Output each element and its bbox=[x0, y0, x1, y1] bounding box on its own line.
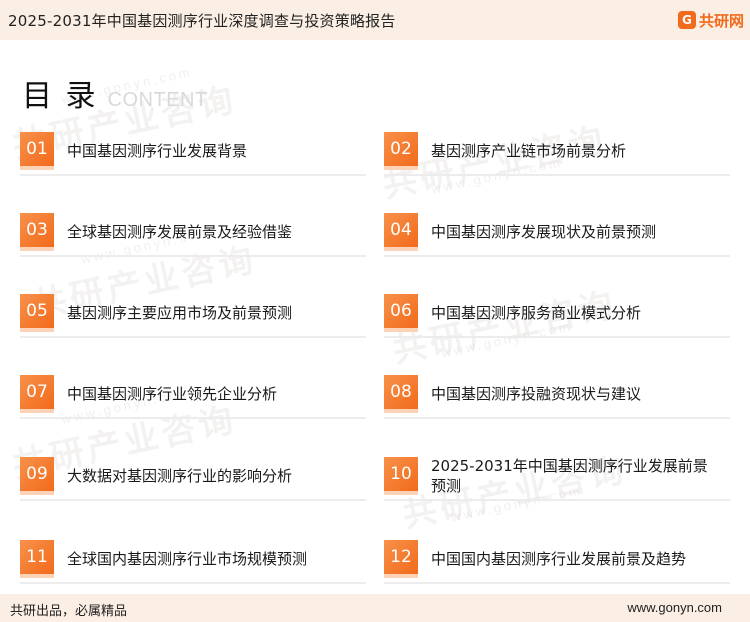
toc-item[interactable]: 04 中国基因测序发展现状及前景预测 bbox=[384, 213, 730, 257]
toc-item[interactable]: 01 中国基因测序行业发展背景 bbox=[20, 132, 366, 176]
item-number: 10 bbox=[384, 457, 418, 491]
item-number: 04 bbox=[384, 213, 418, 247]
item-number: 12 bbox=[384, 540, 418, 574]
toc-item[interactable]: 12 中国国内基因测序行业发展前景及趋势 bbox=[384, 540, 730, 584]
toc-heading: 目 录 CONTENT bbox=[22, 68, 208, 112]
item-label: 中国国内基因测序行业发展前景及趋势 bbox=[431, 550, 687, 568]
toc-item[interactable]: 09 大数据对基因测序行业的影响分析 bbox=[20, 457, 366, 501]
item-label: 2025-2031年中国基因测序行业发展前景预测 bbox=[431, 457, 708, 495]
footer-url[interactable]: www.gonyn.com bbox=[627, 600, 722, 615]
item-label: 中国基因测序服务商业模式分析 bbox=[431, 304, 642, 322]
toc-subtitle: CONTENT bbox=[107, 89, 208, 111]
logo-icon: G bbox=[677, 11, 696, 29]
toc-item[interactable]: 06 中国基因测序服务商业模式分析 bbox=[384, 294, 730, 338]
report-title: 2025-2031年中国基因测序行业深度调查与投资策略报告 bbox=[8, 12, 396, 30]
footer-bar: 共研出品，必属精品 www.gonyn.com bbox=[0, 594, 750, 622]
toc-item[interactable]: 05 基因测序主要应用市场及前景预测 bbox=[20, 294, 366, 338]
item-number: 02 bbox=[384, 132, 418, 166]
item-number: 06 bbox=[384, 294, 418, 328]
item-label: 大数据对基因测序行业的影响分析 bbox=[67, 467, 293, 485]
footer-slogan: 共研出品，必属精品 bbox=[10, 604, 128, 619]
item-label: 中国基因测序发展现状及前景预测 bbox=[431, 223, 657, 241]
item-number: 11 bbox=[20, 540, 54, 574]
logo-text: 共研网 bbox=[698, 11, 744, 30]
toc-item[interactable]: 07 中国基因测序行业领先企业分析 bbox=[20, 375, 366, 419]
toc-item[interactable]: 02 基因测序产业链市场前景分析 bbox=[384, 132, 730, 176]
item-label: 中国基因测序行业发展背景 bbox=[67, 142, 248, 160]
item-label: 中国基因测序投融资现状与建议 bbox=[431, 385, 642, 403]
toc-title: 目 录 bbox=[22, 79, 98, 114]
toc-item[interactable]: 03 全球基因测序发展前景及经验借鉴 bbox=[20, 213, 366, 257]
item-label: 中国基因测序行业领先企业分析 bbox=[67, 385, 278, 403]
toc-item[interactable]: 11 全球国内基因测序行业市场规模预测 bbox=[20, 540, 366, 584]
item-label: 基因测序产业链市场前景分析 bbox=[431, 142, 627, 160]
brand-logo: G 共研网 bbox=[677, 8, 744, 32]
item-number: 08 bbox=[384, 375, 418, 409]
item-number: 05 bbox=[20, 294, 54, 328]
item-number: 07 bbox=[20, 375, 54, 409]
item-number: 09 bbox=[20, 457, 54, 491]
toc-item[interactable]: 08 中国基因测序投融资现状与建议 bbox=[384, 375, 730, 419]
toc-item[interactable]: 10 2025-2031年中国基因测序行业发展前景预测 bbox=[384, 457, 730, 501]
item-label: 全球基因测序发展前景及经验借鉴 bbox=[67, 223, 293, 241]
item-number: 03 bbox=[20, 213, 54, 247]
header-bar: 2025-2031年中国基因测序行业深度调查与投资策略报告 G 共研网 bbox=[0, 0, 750, 40]
item-label: 基因测序主要应用市场及前景预测 bbox=[67, 304, 293, 322]
item-number: 01 bbox=[20, 132, 54, 166]
item-label: 全球国内基因测序行业市场规模预测 bbox=[67, 550, 308, 568]
